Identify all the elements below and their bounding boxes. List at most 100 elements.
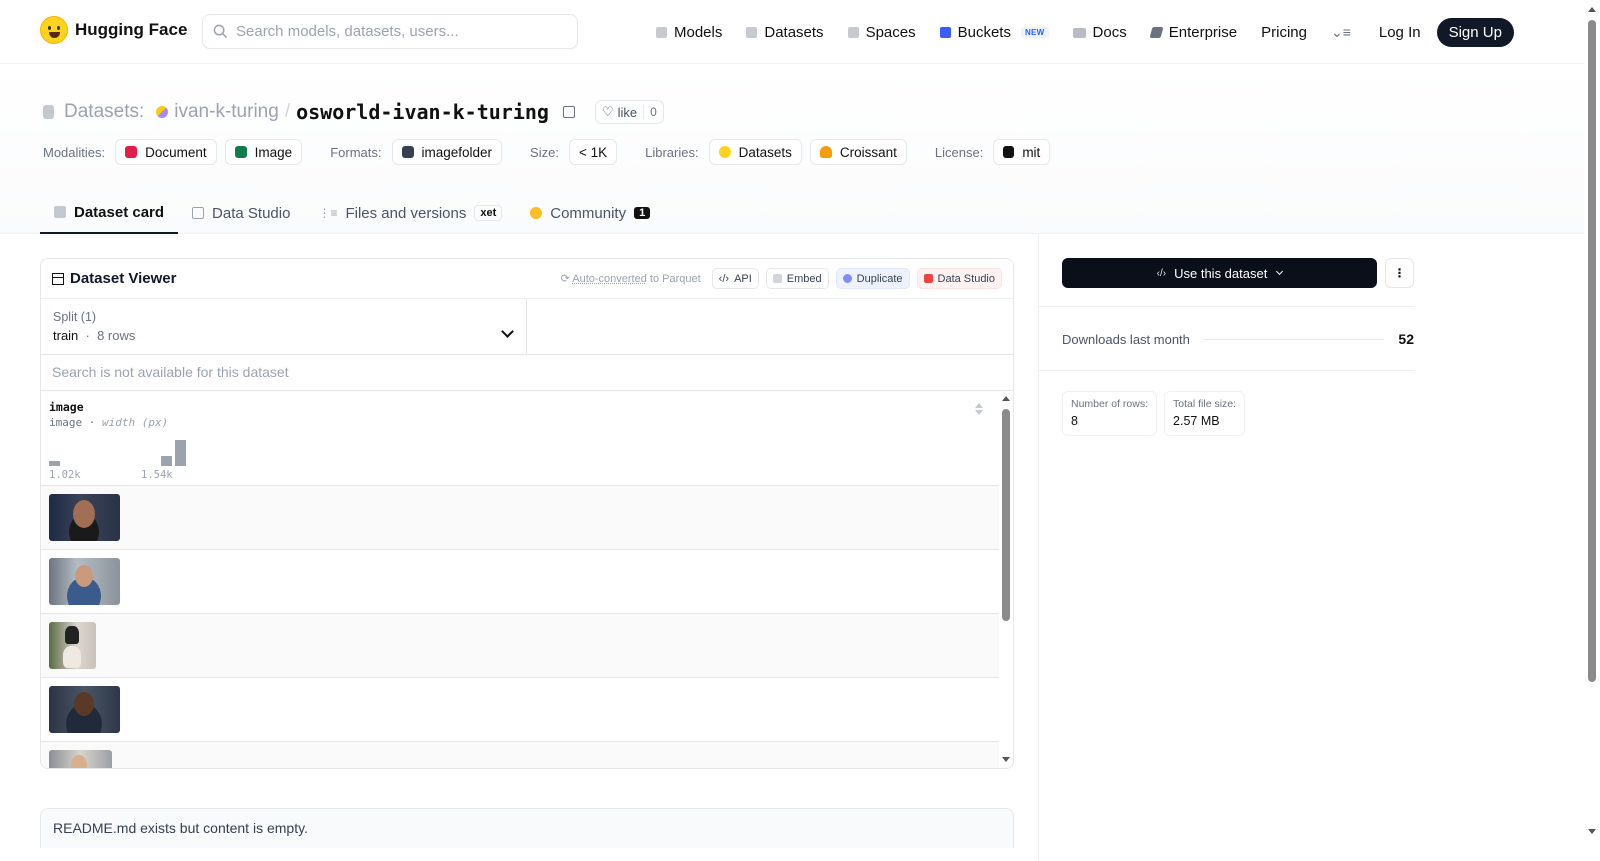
table-row[interactable] xyxy=(41,614,999,678)
split-label: Split (1) xyxy=(53,310,97,324)
sidebar-divider xyxy=(1038,370,1414,371)
document-icon xyxy=(125,146,138,158)
image-thumbnail[interactable] xyxy=(49,558,120,605)
repo-type-label[interactable]: Datasets: xyxy=(64,101,144,123)
modalities-label: Modalities: xyxy=(43,144,106,160)
global-search[interactable] xyxy=(202,14,578,49)
scroll-up-arrow-icon[interactable] xyxy=(1002,396,1010,401)
bucket-icon xyxy=(939,27,951,38)
image-thumbnail[interactable] xyxy=(49,750,112,768)
login-link[interactable]: Log In xyxy=(1379,24,1421,41)
more-options-button[interactable]: ⋮ xyxy=(1385,258,1414,288)
tag-size[interactable]: < 1K xyxy=(568,139,618,165)
downloads-value: 52 xyxy=(1398,331,1414,347)
page-scrollbar[interactable] xyxy=(1584,0,1600,861)
nav-label: Docs xyxy=(1092,24,1127,41)
downloads-label: Downloads last month xyxy=(1062,331,1190,347)
scroll-down-arrow-icon[interactable] xyxy=(1588,829,1596,834)
copy-icon[interactable] xyxy=(562,106,575,118)
button-label: Embed xyxy=(786,272,822,285)
tag-imagefolder[interactable]: imagefolder xyxy=(391,139,503,165)
heart-icon: ♡ xyxy=(601,104,614,119)
scrollbar-thumb[interactable] xyxy=(1588,20,1596,682)
api-button[interactable]: ‹/› API xyxy=(711,268,759,289)
stat-value: 8 xyxy=(1071,414,1078,428)
viewer-rows xyxy=(41,486,999,768)
tab-dataset-card[interactable]: Dataset card xyxy=(40,192,179,234)
histogram-bar[interactable] xyxy=(161,456,172,466)
nav-spaces[interactable]: Spaces xyxy=(847,19,916,47)
libraries-label: Libraries: xyxy=(645,144,699,160)
table-row[interactable] xyxy=(41,486,999,550)
image-thumbnail[interactable] xyxy=(49,494,120,541)
signup-button[interactable]: Sign Up xyxy=(1436,18,1514,47)
auto-converted-note[interactable]: ⟳ Auto-converted to Parquet xyxy=(561,272,701,285)
tag-label: mit xyxy=(1022,144,1041,160)
image-thumbnail[interactable] xyxy=(49,686,120,733)
readme-notice: README.md exists but content is empty. xyxy=(40,808,1014,848)
scrollbar-thumb[interactable] xyxy=(1002,409,1010,621)
table-row[interactable] xyxy=(41,550,999,614)
use-this-dataset-button[interactable]: ‹/› Use this dataset xyxy=(1062,258,1377,288)
repo-owner-link[interactable]: ivan-k-turing xyxy=(174,101,279,123)
tag-license[interactable]: mit xyxy=(993,139,1051,165)
like-count: 0 xyxy=(643,105,663,119)
nav-pricing[interactable]: Pricing xyxy=(1261,19,1307,47)
tag-datasets-library[interactable]: Datasets xyxy=(708,139,802,165)
auto-converted-link[interactable]: Auto-converted xyxy=(572,273,647,285)
viewer-scrollbar[interactable] xyxy=(1000,395,1012,768)
search-input[interactable] xyxy=(236,23,556,40)
column-meta: width (px) xyxy=(102,416,169,429)
tag-label: Document xyxy=(145,144,207,160)
repo-name[interactable]: osworld-ivan-k-turing xyxy=(296,100,549,124)
like-button[interactable]: ♡ like 0 xyxy=(594,100,664,124)
tab-data-studio[interactable]: Data Studio xyxy=(178,192,304,234)
tag-document[interactable]: Document xyxy=(115,139,217,165)
stat-label: Number of rows: xyxy=(1071,398,1149,410)
nav-enterprise[interactable]: Enterprise xyxy=(1149,19,1237,47)
repo-title: Datasets: ivan-k-turing / osworld-ivan-k… xyxy=(43,100,664,124)
tag-label: Datasets xyxy=(738,144,792,160)
duplicate-button[interactable]: Duplicate xyxy=(835,268,910,289)
sort-icon[interactable] xyxy=(975,403,983,415)
more-menu-icon[interactable]: ⌄≡ xyxy=(1331,24,1351,41)
nav-datasets[interactable]: Datasets xyxy=(746,19,824,47)
search-unavailable: Search is not available for this dataset xyxy=(41,355,1013,391)
cube-icon xyxy=(656,27,667,38)
column-histogram[interactable] xyxy=(49,440,189,466)
split-selector[interactable]: Split (1) train · 8 rows xyxy=(41,299,527,354)
brand-name: Hugging Face xyxy=(75,20,188,39)
histogram-bar[interactable] xyxy=(175,440,186,466)
license-label: License: xyxy=(934,144,984,160)
community-count: 1 xyxy=(634,207,651,219)
scroll-down-arrow-icon[interactable] xyxy=(1002,757,1010,762)
scroll-up-arrow-icon[interactable] xyxy=(1588,7,1596,12)
tag-label: Croissant xyxy=(839,144,897,160)
size-label: Size: xyxy=(530,144,559,160)
embed-button[interactable]: Embed xyxy=(765,268,829,289)
image-thumbnail[interactable] xyxy=(49,622,96,669)
histogram-bar[interactable] xyxy=(49,461,60,466)
tag-image[interactable]: Image xyxy=(224,139,303,165)
data-studio-button[interactable]: Data Studio xyxy=(916,268,1002,289)
column-type: image xyxy=(49,416,83,429)
refresh-icon: ⟳ xyxy=(560,273,570,285)
table-row[interactable] xyxy=(41,742,999,768)
nav-label: Datasets xyxy=(764,24,824,41)
repo-tabs: Dataset card Data Studio ⋮≡ Files and ver… xyxy=(40,192,664,234)
button-label: Data Studio xyxy=(937,272,995,285)
column-header-image[interactable]: image image · width (px) 1.02k 1.54k xyxy=(41,391,999,486)
nav-models[interactable]: Models xyxy=(656,19,722,47)
tab-files-and-versions[interactable]: ⋮≡ Files and versions xet xyxy=(304,192,516,234)
nav-docs[interactable]: Docs xyxy=(1072,19,1127,47)
tab-label: Dataset card xyxy=(74,203,165,221)
tag-croissant[interactable]: Croissant xyxy=(809,139,907,165)
nav-buckets[interactable]: Buckets NEW xyxy=(939,19,1049,47)
brand-logo[interactable]: Hugging Face xyxy=(40,16,187,44)
xet-badge: xet xyxy=(474,205,503,221)
table-row[interactable] xyxy=(41,678,999,742)
tab-community[interactable]: Community 1 xyxy=(516,192,664,234)
dataset-tags: Modalities: Document Image Formats: imag… xyxy=(43,139,1052,165)
tag-label: Image xyxy=(254,144,293,160)
embed-icon xyxy=(772,274,782,283)
